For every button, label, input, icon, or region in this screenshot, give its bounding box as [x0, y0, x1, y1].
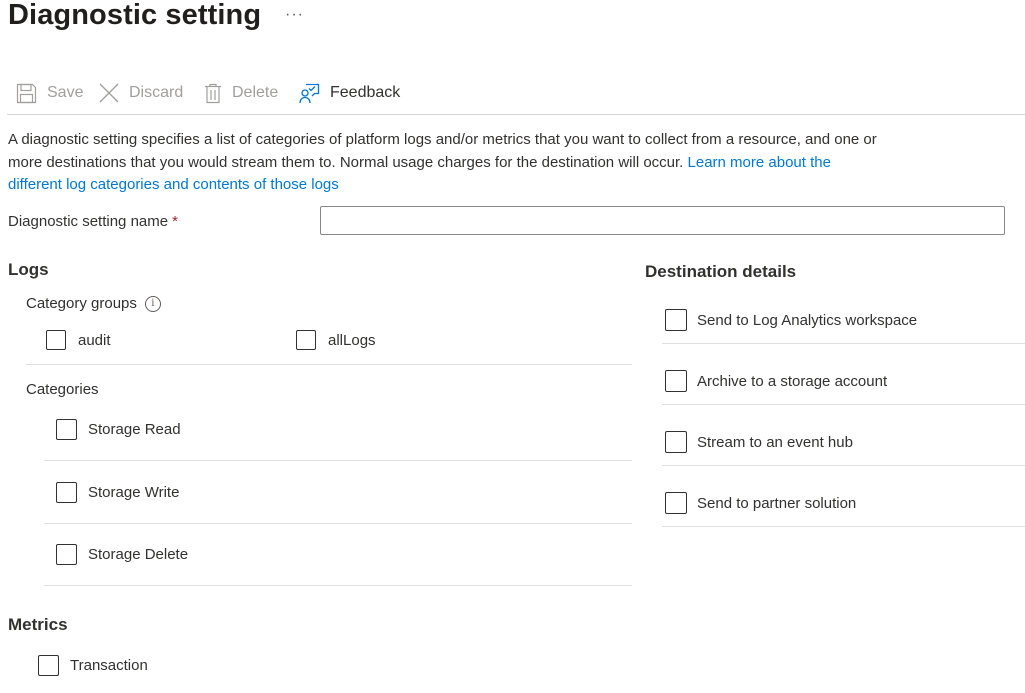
save-button[interactable]: Save [16, 78, 83, 108]
checkbox-box[interactable] [56, 544, 77, 565]
setting-name-input[interactable] [320, 206, 1005, 235]
command-toolbar: Save Discard Delete Feedback [0, 78, 1025, 114]
checkbox-box[interactable] [46, 330, 66, 350]
divider [662, 404, 1025, 405]
checkbox-storage-delete[interactable]: Storage Delete [56, 544, 188, 565]
checkbox-storage-write[interactable]: Storage Write [56, 482, 179, 503]
checkbox-log-analytics[interactable]: Send to Log Analytics workspace [665, 309, 917, 331]
checkbox-box[interactable] [56, 482, 77, 503]
checkbox-partner-solution[interactable]: Send to partner solution [665, 492, 856, 514]
checkbox-event-hub[interactable]: Stream to an event hub [665, 431, 853, 453]
setting-name-label: Diagnostic setting name * [8, 213, 178, 230]
checkbox-label: audit [78, 331, 111, 349]
delete-button[interactable]: Delete [204, 78, 278, 108]
divider [26, 364, 632, 365]
divider [44, 460, 632, 461]
category-groups-header: Category groups i [26, 295, 161, 312]
info-icon[interactable]: i [144, 295, 161, 312]
checkbox-label: Storage Write [88, 484, 180, 501]
close-icon [99, 83, 119, 103]
description-text: A diagnostic setting specifies a list of… [8, 129, 888, 197]
checkbox-label: Archive to a storage account [697, 372, 888, 390]
checkbox-label: Send to partner solution [697, 494, 857, 512]
checkbox-storage-read[interactable]: Storage Read [56, 419, 181, 440]
categories-label: Categories [26, 381, 99, 398]
trash-icon [204, 83, 222, 104]
delete-label: Delete [232, 84, 279, 101]
checkbox-label: allLogs [328, 331, 376, 349]
checkbox-label: Storage Delete [88, 546, 189, 563]
feedback-label: Feedback [330, 84, 401, 101]
divider [662, 526, 1025, 527]
divider [44, 523, 632, 524]
page-title: Diagnostic setting [8, 0, 262, 31]
checkbox-label: Stream to an event hub [697, 433, 853, 451]
checkbox-box[interactable] [665, 492, 687, 514]
checkbox-label: Storage Read [88, 421, 181, 438]
checkbox-box[interactable] [296, 330, 316, 350]
checkbox-label: Send to Log Analytics workspace [697, 311, 918, 329]
metrics-heading: Metrics [8, 615, 68, 634]
toolbar-divider [7, 114, 1025, 115]
checkbox-box[interactable] [665, 309, 687, 331]
checkbox-box[interactable] [56, 419, 77, 440]
checkbox-label: Transaction [70, 657, 148, 674]
divider [44, 585, 632, 586]
checkbox-transaction[interactable]: Transaction [38, 655, 148, 676]
discard-label: Discard [129, 84, 184, 101]
checkbox-box[interactable] [38, 655, 59, 676]
logs-heading: Logs [8, 260, 49, 279]
divider [662, 343, 1025, 344]
feedback-icon [299, 83, 320, 104]
more-options-icon[interactable]: ··· [285, 6, 304, 24]
checkbox-box[interactable] [665, 370, 687, 392]
required-marker: * [172, 213, 178, 230]
save-icon [16, 83, 37, 104]
category-groups-label: Category groups [26, 295, 137, 312]
feedback-button[interactable]: Feedback [299, 78, 400, 108]
divider [662, 465, 1025, 466]
checkbox-alllogs[interactable]: allLogs [296, 330, 376, 350]
save-label: Save [47, 84, 84, 101]
checkbox-audit[interactable]: audit [46, 330, 111, 350]
checkbox-box[interactable] [665, 431, 687, 453]
checkbox-storage-account[interactable]: Archive to a storage account [665, 370, 887, 392]
discard-button[interactable]: Discard [99, 78, 183, 108]
setting-name-label-text: Diagnostic setting name [8, 213, 169, 230]
destination-heading: Destination details [645, 262, 797, 281]
